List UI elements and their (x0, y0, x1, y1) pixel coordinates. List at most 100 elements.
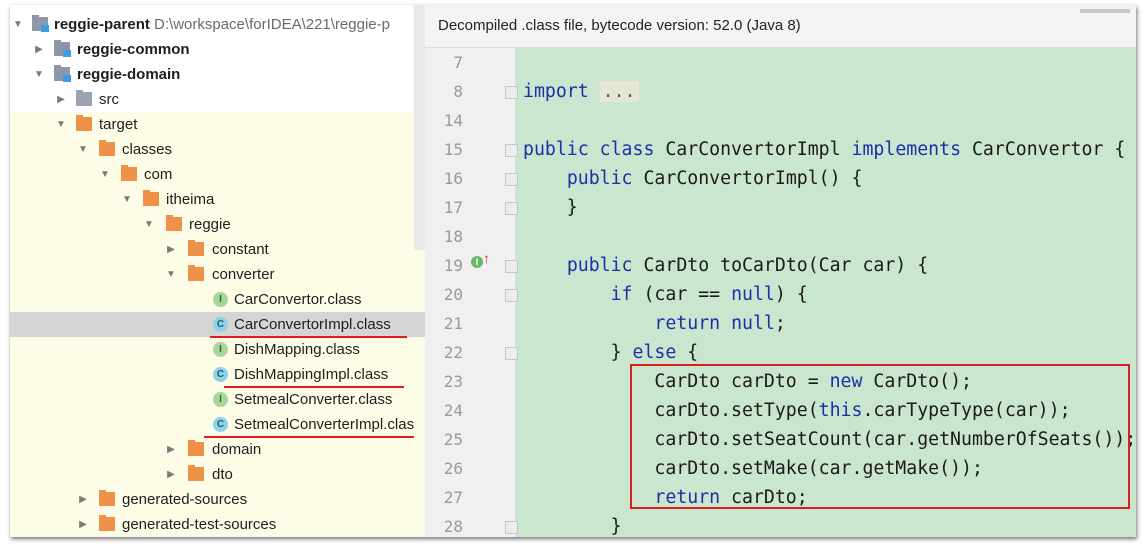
go-to-super-arrow-icon[interactable]: ↑ (483, 250, 490, 266)
chevron-down-icon[interactable]: ▼ (143, 212, 155, 237)
code-text: } (523, 197, 578, 218)
tree-item-carconvertorimpl-class[interactable]: C CarConvertorImpl.class (10, 312, 425, 337)
code-line[interactable]: 15 public class CarConvertorImpl implemen… (425, 135, 1136, 164)
folder-icon (188, 465, 204, 481)
keyword: import (523, 81, 589, 102)
line-number: 15 (443, 140, 463, 159)
chevron-down-icon[interactable]: ▼ (77, 137, 89, 162)
class-icon: C (213, 417, 228, 432)
chevron-right-icon[interactable]: ▶ (165, 437, 177, 462)
module-icon (54, 40, 71, 57)
class-icon: C (213, 367, 228, 382)
fold-icon[interactable] (505, 347, 518, 360)
decompiled-banner: Decompiled .class file, bytecode version… (425, 5, 1136, 48)
code-line[interactable]: 14 (425, 106, 1136, 135)
class-icon: C (213, 317, 228, 332)
line-number: 20 (443, 285, 463, 304)
chevron-down-icon[interactable]: ▼ (12, 12, 24, 37)
fold-icon[interactable] (505, 144, 518, 157)
tree-item-dto[interactable]: ▶ dto (10, 462, 425, 487)
fold-icon[interactable] (505, 173, 518, 186)
banner-text: Decompiled .class file, bytecode version… (438, 17, 801, 34)
chevron-down-icon[interactable]: ▼ (33, 62, 45, 87)
tree-item-reggie-common[interactable]: ▶ reggie-common (10, 37, 425, 62)
folder-icon (76, 115, 92, 131)
tree-item-generated-test-sources[interactable]: ▶ generated-test-sources (10, 512, 425, 537)
code-line[interactable]: 28 } (425, 512, 1136, 537)
chevron-right-icon[interactable]: ▶ (165, 237, 177, 262)
fold-icon[interactable] (505, 289, 518, 302)
tree-item-label: dto (212, 466, 233, 483)
code-line[interactable]: 22 } else { (425, 338, 1136, 367)
project-path: D:\workspace\forIDEA\221\reggie-p (154, 16, 390, 33)
keyword: implements (851, 139, 962, 160)
code-text: if (car == null) { (610, 284, 808, 305)
tree-item-carconvertor-class[interactable]: I CarConvertor.class (10, 287, 425, 312)
keyword: null (731, 284, 775, 305)
tree-item-label: generated-sources (122, 491, 248, 508)
implements-method-icon[interactable]: I (471, 256, 483, 268)
code-line[interactable]: 16 public CarConvertorImpl() { (425, 164, 1136, 193)
keyword: null (731, 313, 775, 334)
chevron-right-icon[interactable]: ▶ (55, 87, 67, 112)
tree-item-label: constant (212, 241, 269, 258)
code-line[interactable]: 8 import ... (425, 77, 1136, 106)
chevron-right-icon[interactable]: ▶ (165, 462, 177, 487)
code-text: public CarConvertorImpl() { (566, 168, 863, 189)
tree-item-label: domain (212, 441, 262, 458)
chevron-down-icon[interactable]: ▼ (55, 112, 67, 137)
tree-item-label: SetmealConverter.class (234, 391, 393, 408)
line-number: 22 (443, 343, 463, 362)
tree-item-label: DishMapping.class (234, 341, 360, 358)
folder-icon (76, 90, 92, 106)
chevron-right-icon[interactable]: ▶ (33, 37, 45, 62)
code-text: import ... (523, 77, 639, 106)
folded-imports[interactable]: ... (599, 81, 639, 102)
line-number: 26 (443, 459, 463, 478)
keyword: if (610, 284, 633, 305)
fold-icon[interactable] (505, 86, 518, 99)
tree-item-dishmappingimpl-class[interactable]: C DishMappingImpl.class (10, 362, 425, 387)
tree-item-generated-sources[interactable]: ▶ generated-sources (10, 487, 425, 512)
tree-item-classes[interactable]: ▼ classes (10, 137, 425, 162)
tree-item-reggie-parent[interactable]: ▼ reggie-parent D:\workspace\forIDEA\221… (10, 12, 425, 37)
code-line[interactable]: 20 if (car == null) { (425, 280, 1136, 309)
code-line[interactable]: 18 (425, 222, 1136, 251)
ide-window: ▼ reggie-parent D:\workspace\forIDEA\221… (10, 5, 1136, 537)
fold-icon[interactable] (505, 260, 518, 273)
folder-icon (143, 190, 159, 206)
tree-item-src[interactable]: ▶ src (10, 87, 425, 112)
keyword: return (654, 313, 721, 334)
tree-item-converter[interactable]: ▼ converter (10, 262, 425, 287)
tree-item-com[interactable]: ▼ com (10, 162, 425, 187)
tree-item-reggie-domain[interactable]: ▼ reggie-domain (10, 62, 425, 87)
code-text: public class CarConvertorImpl implements… (523, 139, 1126, 160)
chevron-down-icon[interactable]: ▼ (121, 187, 133, 212)
tree-item-label: reggie-common (77, 41, 190, 58)
tree-item-setmealconverter-class[interactable]: I SetmealConverter.class (10, 387, 425, 412)
interface-class-icon: I (213, 342, 228, 357)
code-text: } else { (523, 342, 699, 363)
chevron-right-icon[interactable]: ▶ (77, 487, 89, 512)
code-line[interactable]: 17 } (425, 193, 1136, 222)
fold-icon[interactable] (505, 202, 518, 215)
code-line[interactable]: 21 return null; (425, 309, 1136, 338)
tree-item-label: itheima (166, 191, 215, 208)
tree-item-constant[interactable]: ▶ constant (10, 237, 425, 262)
fold-icon[interactable] (505, 521, 518, 534)
tree-item-target[interactable]: ▼ target (10, 112, 425, 137)
chevron-right-icon[interactable]: ▶ (77, 512, 89, 537)
folder-icon (99, 490, 115, 506)
code-line[interactable]: 19 public CarDto toCarDto(Car car) { (425, 251, 1136, 280)
tree-item-reggie[interactable]: ▼ reggie (10, 212, 425, 237)
tree-item-setmealconverterimpl-class[interactable]: C SetmealConverterImpl.clas (10, 412, 425, 437)
chevron-down-icon[interactable]: ▼ (99, 162, 111, 187)
tree-item-domain[interactable]: ▶ domain (10, 437, 425, 462)
chevron-down-icon[interactable]: ▼ (165, 262, 177, 287)
code-text: return null; (654, 313, 786, 334)
tree-item-label: classes (122, 141, 173, 158)
folder-icon (121, 165, 137, 181)
tree-item-itheima[interactable]: ▼ itheima (10, 187, 425, 212)
code-line[interactable]: 7 (425, 48, 1136, 77)
tree-item-dishmapping-class[interactable]: I DishMapping.class (10, 337, 425, 362)
